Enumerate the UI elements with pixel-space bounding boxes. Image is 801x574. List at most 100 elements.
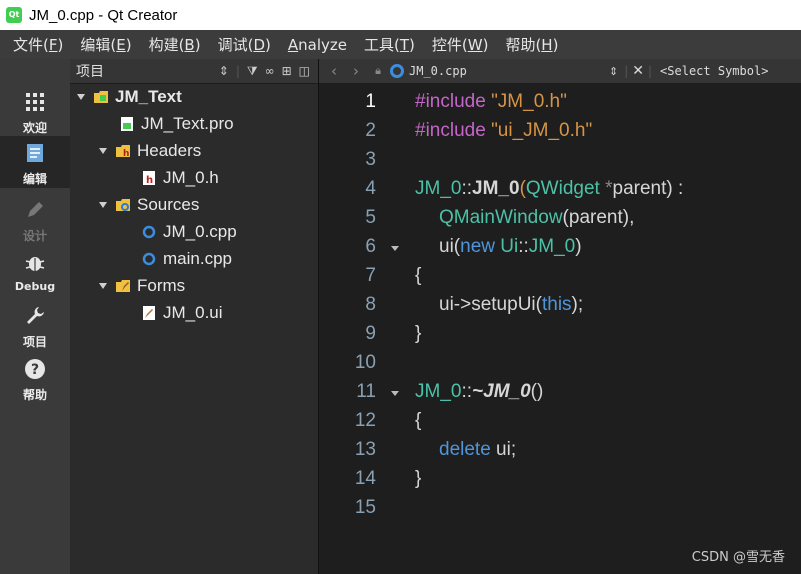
code-line-11: JM_0::~JM_0() [415, 381, 543, 403]
keyword: delete [439, 439, 491, 460]
tree-label: JM_0.ui [163, 303, 223, 322]
cpp-file-icon [142, 252, 156, 266]
project-folder-icon [94, 91, 108, 103]
menu-item[interactable]: Analyze [288, 36, 347, 54]
line-number[interactable]: 1 [319, 91, 376, 113]
qt-icon: Qt [6, 7, 22, 23]
updown-icon[interactable]: ⇕ [219, 64, 229, 78]
menu-item[interactable]: 构建(B) [149, 34, 201, 55]
mode-label-welcome: 欢迎 [22, 121, 47, 135]
line-number[interactable]: 14 [319, 468, 376, 490]
filter-icon[interactable]: ⧩ [247, 64, 258, 79]
pro-file-icon [121, 117, 133, 131]
menu-mnemonic: T [399, 36, 410, 54]
mode-help[interactable]: ? 帮助 [0, 352, 70, 402]
line-number[interactable]: 8 [319, 294, 376, 316]
tree-label: Headers [137, 141, 202, 160]
menu-item[interactable]: 调试(D) [218, 34, 271, 55]
ui-file-icon [143, 306, 155, 320]
bug-icon [25, 257, 45, 271]
menu-label-end: ) [265, 36, 271, 54]
watermark: CSDN @雪无香 [691, 550, 785, 565]
expand-arrow-icon[interactable] [98, 200, 108, 210]
mode-edit[interactable]: 编辑 [0, 136, 70, 188]
title-bar: Qt JM_0.cpp - Qt Creator [0, 0, 801, 30]
preprocessor-directive: #include [415, 120, 492, 141]
lock-icon: 🔒︎ [375, 64, 381, 77]
menu-label: 构建( [148, 36, 185, 54]
tree-item-sources[interactable]: Sources [98, 192, 199, 218]
link-icon[interactable]: ∞ [265, 64, 275, 78]
param: parent [612, 178, 667, 199]
expand-arrow-icon[interactable] [98, 146, 108, 156]
tree-item-ui-file[interactable]: JM_0.ui [142, 300, 223, 326]
line-number[interactable]: 3 [319, 149, 376, 171]
menu-item[interactable]: 控件(W) [432, 34, 489, 55]
forms-folder-icon [116, 280, 130, 292]
dropdown-arrows-icon[interactable]: ⇕ [609, 65, 618, 78]
tree-item-cpp-file[interactable]: JM_0.cpp [142, 219, 237, 245]
tree-item-cpp-file[interactable]: main.cpp [142, 246, 232, 272]
fold-arrow-icon[interactable] [391, 390, 399, 398]
line-number[interactable]: 10 [319, 352, 376, 374]
grid-icon [26, 93, 44, 111]
menu-item[interactable]: 编辑(E) [80, 34, 131, 55]
expand-arrow-icon[interactable] [76, 92, 86, 102]
expand-arrow-icon[interactable] [98, 281, 108, 291]
sources-folder-icon [116, 199, 130, 211]
symbol-selector[interactable]: <Select Symbol> [660, 64, 768, 78]
tree-item-headers[interactable]: h Headers [98, 138, 201, 164]
close-document-icon[interactable]: ✕ [632, 63, 644, 79]
line-number[interactable]: 5 [319, 207, 376, 229]
headers-folder-icon: h [116, 145, 130, 158]
mode-welcome[interactable]: 欢迎 [0, 85, 70, 135]
tree-item-project[interactable]: JM_Text [76, 84, 182, 110]
mode-selector: 欢迎 编辑 设计 Debug 项目 ? 帮助 [0, 59, 70, 574]
svg-text:h: h [146, 175, 153, 185]
menu-item[interactable]: 文件(F) [13, 34, 63, 55]
mode-design[interactable]: 设计 [0, 193, 70, 243]
line-number[interactable]: 6 [319, 236, 376, 258]
mode-projects[interactable]: 项目 [0, 299, 70, 349]
menu-label: 文件( [13, 36, 49, 54]
help-icon: ? [25, 359, 45, 379]
mode-label-projects: 项目 [22, 335, 47, 349]
menu-label-end: ) [57, 36, 64, 54]
project-view-selector[interactable]: 项目 [76, 61, 219, 81]
scope-operator: :: [461, 178, 473, 199]
function-name: JM_0 [472, 178, 520, 199]
close-panel-icon[interactable]: ◫ [299, 64, 310, 78]
line-number[interactable]: 12 [319, 410, 376, 432]
menu-label: 调试( [217, 36, 254, 54]
line-number[interactable]: 2 [319, 120, 376, 142]
mode-debug[interactable]: Debug [0, 246, 70, 296]
code-line-1: #include "JM_0.h" [415, 91, 567, 113]
tree-item-forms[interactable]: Forms [98, 273, 185, 299]
line-number-gutter[interactable]: 1 2 3 4 5 6 7 8 9 10 11 12 13 14 15 [319, 84, 409, 574]
menu-mnemonic: W [467, 36, 483, 54]
open-file-selector[interactable]: JM_0.cpp [409, 64, 609, 78]
line-number[interactable]: 7 [319, 265, 376, 287]
back-arrow-icon[interactable]: ‹ [327, 62, 341, 80]
split-icon[interactable]: ⊞ [282, 64, 292, 78]
menu-item[interactable]: 工具(T) [364, 34, 415, 55]
namespace: Ui [500, 236, 519, 257]
line-number[interactable]: 13 [319, 439, 376, 461]
mode-label-edit: 编辑 [22, 172, 47, 186]
line-number[interactable]: 9 [319, 323, 376, 345]
tree-item-pro-file[interactable]: JM_Text.pro [120, 111, 234, 137]
menu-item[interactable]: 帮助(H) [505, 34, 558, 55]
code-editor[interactable]: ‹ › 🔒︎ JM_0.cpp ⇕ | ✕ | <Select Symbol> … [319, 59, 801, 574]
code-line-9: } [415, 323, 422, 344]
menu-mnemonic: E [116, 36, 126, 54]
line-number[interactable]: 11 [319, 381, 376, 403]
tree-item-header-file[interactable]: h JM_0.h [142, 165, 219, 191]
string-literal: "JM_0.h" [491, 91, 567, 112]
menu-label-end: ) [125, 36, 132, 54]
forward-arrow-icon[interactable]: › [349, 62, 363, 80]
line-number[interactable]: 15 [319, 497, 376, 519]
fold-arrow-icon[interactable] [391, 245, 399, 253]
line-number[interactable]: 4 [319, 178, 376, 200]
menu-label: 控件( [431, 36, 468, 54]
code-line-5: QMainWindow(parent), [439, 207, 634, 229]
